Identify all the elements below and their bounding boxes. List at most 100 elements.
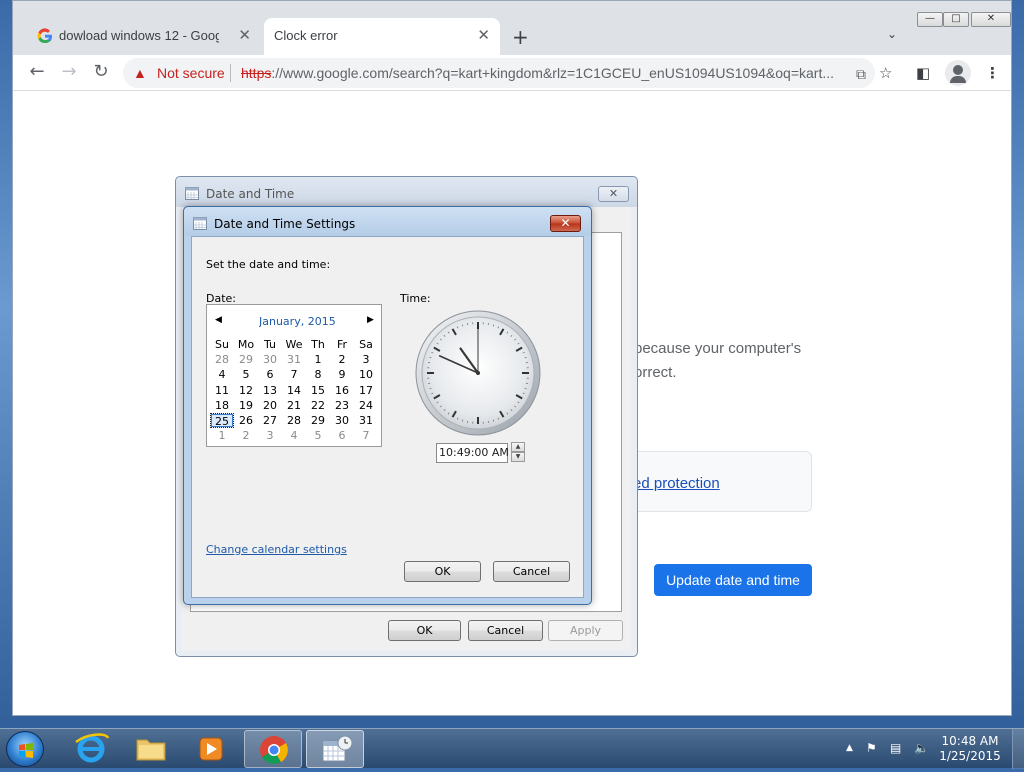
dialog-title: Date and Time — [206, 187, 294, 201]
calendar-day[interactable]: 6 — [258, 367, 282, 382]
calendar-control[interactable]: ◀ January, 2015 ▶ SuMoTuWeThFrSa28293031… — [206, 304, 382, 447]
tab-clock-error[interactable]: Clock error ✕ — [264, 18, 500, 55]
update-date-time-button[interactable]: Update date and time — [654, 564, 812, 596]
weekday-label: Su — [210, 337, 234, 352]
menu-kebab-icon[interactable]: ⋮ — [985, 64, 1000, 82]
calendar-day[interactable]: 5 — [306, 428, 330, 443]
show-hidden-icons-arrow-icon[interactable]: ▲ — [846, 743, 853, 753]
calendar-day[interactable]: 9 — [330, 367, 354, 382]
calendar-day[interactable]: 5 — [234, 367, 258, 382]
calendar-day[interactable]: 30 — [330, 413, 354, 428]
calendar-day[interactable]: 17 — [354, 383, 378, 398]
share-icon[interactable]: ⧉ — [856, 66, 866, 83]
address-bar[interactable]: ▲ Not secure https://www.google.com/sear… — [123, 58, 875, 88]
ok-button[interactable]: OK — [404, 561, 481, 582]
calendar-day[interactable]: 16 — [330, 383, 354, 398]
calendar-day[interactable]: 18 — [210, 398, 234, 413]
calendar-day[interactable]: 13 — [258, 383, 282, 398]
calendar-day[interactable]: 28 — [282, 413, 306, 428]
taskbar: ▲ ⚑ ▤ 🔈 10:48 AM 1/25/2015 — [0, 728, 1024, 768]
back-arrow-icon[interactable]: ← — [25, 61, 49, 85]
calendar-day[interactable]: 26 — [234, 413, 258, 428]
dialog-titlebar[interactable]: Date and Time Settings ✕ — [184, 207, 591, 236]
date-time-taskbar-icon[interactable] — [306, 730, 364, 768]
network-icon[interactable]: ▤ — [890, 741, 901, 755]
calendar-day[interactable]: 14 — [282, 383, 306, 398]
close-window-button[interactable]: ✕ — [971, 12, 1011, 27]
internet-explorer-taskbar-icon[interactable] — [62, 730, 120, 768]
calendar-day[interactable]: 2 — [330, 352, 354, 367]
url-text[interactable]: https://www.google.com/search?q=kart+kin… — [241, 65, 841, 81]
show-desktop-button[interactable] — [1012, 729, 1024, 769]
calendar-day[interactable]: 4 — [282, 428, 306, 443]
calendar-day[interactable]: 15 — [306, 383, 330, 398]
weekday-label: We — [282, 337, 306, 352]
calendar-day[interactable]: 25 — [210, 413, 234, 428]
calendar-day[interactable]: 1 — [210, 428, 234, 443]
volume-muted-icon[interactable]: 🔈 — [914, 741, 929, 755]
new-tab-button[interactable]: + — [512, 25, 529, 49]
system-clock[interactable]: 10:48 AM 1/25/2015 — [935, 734, 1005, 764]
ok-button[interactable]: OK — [388, 620, 461, 641]
calendar-day[interactable]: 28 — [210, 352, 234, 367]
close-icon[interactable]: ✕ — [550, 215, 581, 232]
calendar-day[interactable]: 2 — [234, 428, 258, 443]
not-secure-label[interactable]: Not secure — [157, 65, 225, 81]
calendar-day[interactable]: 3 — [258, 428, 282, 443]
calendar-day[interactable]: 30 — [258, 352, 282, 367]
maximize-button[interactable]: □ — [943, 12, 969, 27]
tab-google-search[interactable]: dowload windows 12 - Google Search ✕ — [25, 18, 261, 55]
calendar-day[interactable]: 29 — [234, 352, 258, 367]
calendar-day[interactable]: 1 — [306, 352, 330, 367]
minimize-button[interactable]: — — [917, 12, 943, 27]
calendar-day[interactable]: 22 — [306, 398, 330, 413]
apply-button[interactable]: Apply — [548, 620, 623, 641]
profile-avatar[interactable] — [945, 60, 971, 86]
calendar-day[interactable]: 10 — [354, 367, 378, 382]
calendar-day[interactable]: 3 — [354, 352, 378, 367]
bookmark-star-icon[interactable]: ☆ — [879, 64, 892, 82]
next-month-arrow-icon[interactable]: ▶ — [367, 315, 374, 325]
time-input[interactable]: 10:49:00 AM — [436, 443, 508, 463]
tab-close-icon[interactable]: ✕ — [238, 26, 251, 44]
start-button[interactable] — [6, 731, 44, 767]
calendar-day[interactable]: 19 — [234, 398, 258, 413]
chrome-taskbar-icon[interactable] — [244, 730, 302, 768]
calendar-day[interactable]: 24 — [354, 398, 378, 413]
close-icon[interactable]: ✕ — [598, 186, 629, 202]
calendar-day[interactable]: 27 — [258, 413, 282, 428]
calendar-day[interactable]: 20 — [258, 398, 282, 413]
calendar-day[interactable]: 29 — [306, 413, 330, 428]
dialog-title: Date and Time Settings — [214, 217, 355, 231]
calendar-day[interactable]: 23 — [330, 398, 354, 413]
calendar-day[interactable]: 7 — [354, 428, 378, 443]
calendar-day[interactable]: 12 — [234, 383, 258, 398]
warning-icon[interactable]: ▲ — [133, 65, 147, 81]
tab-search-chevron-icon[interactable]: ⌄ — [887, 27, 897, 41]
calendar-day[interactable]: 31 — [354, 413, 378, 428]
calendar-day[interactable]: 6 — [330, 428, 354, 443]
time-increment-button[interactable]: ▲ — [511, 442, 525, 452]
enhanced-protection-link[interactable]: ed protection — [633, 475, 720, 492]
side-panel-icon[interactable]: ◧ — [916, 64, 930, 82]
cancel-button[interactable]: Cancel — [493, 561, 570, 582]
dialog-titlebar[interactable]: Date and Time ✕ — [176, 177, 637, 207]
calendar-day[interactable]: 8 — [306, 367, 330, 382]
forward-arrow-icon[interactable]: → — [57, 61, 81, 85]
reload-icon[interactable]: ↻ — [89, 61, 113, 85]
previous-month-arrow-icon[interactable]: ◀ — [215, 315, 222, 325]
media-player-taskbar-icon[interactable] — [182, 730, 240, 768]
file-explorer-taskbar-icon[interactable] — [122, 730, 180, 768]
calendar-day[interactable]: 31 — [282, 352, 306, 367]
dialog-body: Set the date and time: Date: Time: ◀ Jan… — [191, 236, 584, 598]
calendar-day[interactable]: 4 — [210, 367, 234, 382]
tab-close-icon[interactable]: ✕ — [477, 26, 490, 44]
calendar-day[interactable]: 21 — [282, 398, 306, 413]
calendar-day[interactable]: 7 — [282, 367, 306, 382]
time-decrement-button[interactable]: ▼ — [511, 452, 525, 462]
action-center-flag-icon[interactable]: ⚑ — [866, 741, 877, 755]
cancel-button[interactable]: Cancel — [468, 620, 543, 641]
calendar-day[interactable]: 11 — [210, 383, 234, 398]
calendar-month-title[interactable]: January, 2015 — [259, 315, 339, 328]
change-calendar-settings-link[interactable]: Change calendar settings — [206, 543, 347, 556]
